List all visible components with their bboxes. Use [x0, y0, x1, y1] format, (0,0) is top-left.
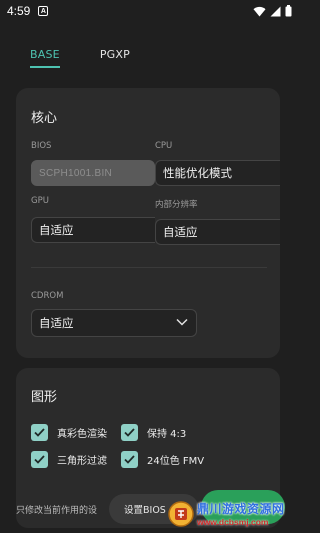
status-bar: 4:59 A — [0, 0, 300, 22]
graphics-section-title: 图形 — [31, 390, 58, 405]
watermark-url: www.dcbsmj.com — [197, 517, 269, 527]
gpu-label: GPU — [31, 196, 49, 206]
status-time: 4:59 — [7, 4, 31, 18]
status-left: 4:59 A — [7, 4, 49, 18]
watermark-text: 鼎川游戏资源网 www.dcbsmj.com — [197, 500, 285, 527]
option-label: 三角形过滤 — [57, 456, 107, 467]
option-keep-aspect[interactable]: 保持 4:3 — [121, 424, 186, 441]
chevron-down-icon — [176, 318, 188, 326]
tab-bar: BASE PGXP — [30, 48, 130, 68]
checkbox-checked-icon[interactable] — [31, 451, 48, 468]
option-triangle-filter[interactable]: 三角形过滤 — [31, 451, 107, 468]
notification-icon: A — [38, 6, 49, 16]
tab-pgxp[interactable]: PGXP — [100, 48, 130, 68]
checkbox-checked-icon[interactable] — [121, 424, 138, 441]
bios-label: BIOS — [31, 141, 52, 151]
tab-base[interactable]: BASE — [30, 48, 60, 68]
battery-icon — [285, 5, 292, 17]
option-label: 真彩色渲染 — [57, 429, 107, 440]
resolution-label: 内部分辨率 — [155, 200, 198, 210]
cdrom-select[interactable]: 自适应 — [31, 309, 197, 337]
option-label: 24位色 FMV — [147, 456, 205, 467]
option-true-color[interactable]: 真彩色渲染 — [31, 424, 107, 441]
resolution-select[interactable]: 自适应 — [155, 219, 280, 245]
core-settings-card: 核心 BIOS SCPH1001.BIN CPU 性能优化模式 GPU 自适应 … — [16, 88, 280, 358]
cdrom-value: 自适应 — [39, 316, 74, 330]
checkbox-checked-icon[interactable] — [31, 424, 48, 441]
watermark-logo-icon — [168, 500, 194, 527]
cdrom-label: CDROM — [31, 291, 64, 301]
watermark: 鼎川游戏资源网 www.dcbsmj.com — [168, 494, 300, 533]
status-right — [253, 5, 292, 17]
cpu-label: CPU — [155, 141, 173, 151]
gpu-select[interactable]: 自适应 — [31, 217, 155, 243]
checkbox-checked-icon[interactable] — [121, 451, 138, 468]
signal-icon — [270, 6, 281, 16]
watermark-name: 鼎川游戏资源网 — [197, 502, 285, 516]
bios-field[interactable]: SCPH1001.BIN — [31, 160, 155, 186]
cpu-select[interactable]: 性能优化模式 — [155, 160, 280, 186]
core-divider — [31, 267, 267, 268]
bottom-hint-text: 只修改当前作用的设 — [16, 506, 98, 516]
core-section-title: 核心 — [31, 111, 58, 126]
option-24bit-fmv[interactable]: 24位色 FMV — [121, 451, 204, 468]
option-label: 保持 4:3 — [147, 429, 187, 440]
wifi-icon — [253, 6, 266, 17]
